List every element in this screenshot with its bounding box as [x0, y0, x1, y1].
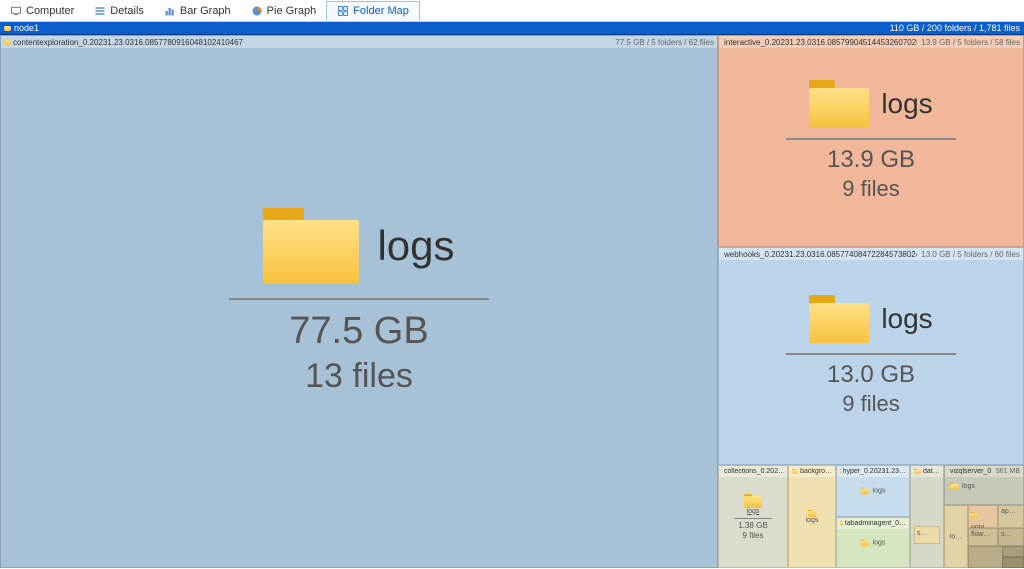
- cell-small-lo[interactable]: lo…: [944, 505, 968, 568]
- cell-tabadminagent[interactable]: tabadminagent_0… logs: [836, 517, 910, 568]
- cell-size: 77.5 GB: [289, 310, 428, 353]
- cell-size: 13.9 GB: [827, 146, 915, 174]
- folder-icon: [861, 488, 870, 495]
- bar-chart-icon: [164, 5, 176, 17]
- folder-icon: [861, 539, 870, 546]
- tab-computer-label: Computer: [26, 5, 74, 17]
- folder-icon: [840, 521, 843, 526]
- folder-icon: [263, 208, 359, 284]
- cell-file-count: 13 files: [305, 357, 413, 396]
- pie-chart-icon: [251, 5, 263, 17]
- cell-label: logs: [881, 303, 932, 335]
- tab-details[interactable]: Details: [84, 2, 154, 20]
- cell-backgrounder[interactable]: backgro… logs: [788, 465, 836, 568]
- cell-label: flow…: [969, 529, 997, 540]
- cell-size: 1.38 GB: [738, 521, 767, 530]
- cell-webhooks[interactable]: webhooks_0.20231.23.0316.085774084722845…: [718, 247, 1024, 465]
- folder-icon: [792, 469, 798, 474]
- tab-pie-graph-label: Pie Graph: [267, 5, 317, 17]
- cell-label: logs: [881, 88, 932, 120]
- folder-icon: [809, 80, 869, 128]
- cell-path: interactive_0.20231.23.0316.085799045144…: [724, 38, 917, 47]
- details-icon: [94, 5, 106, 17]
- cell-path: vizqlserver_0.2023…: [950, 468, 992, 475]
- tab-folder-map[interactable]: Folder Map: [326, 1, 420, 21]
- cell-hyper[interactable]: hyper_0.20231.23… logs: [836, 465, 910, 517]
- cell-path: hyper_0.20231.23…: [843, 468, 906, 475]
- cell-path: collections_0.202…: [724, 468, 784, 475]
- cell-label: logs: [873, 488, 886, 495]
- cell-vizqlserver[interactable]: vizqlserver_0.2023… 561 MB logs: [944, 465, 1024, 505]
- cell-file-count: 9 files: [743, 531, 764, 540]
- folder-icon: [4, 40, 11, 45]
- folder-icon: [4, 26, 11, 31]
- cell-dataserver-sub[interactable]: s…: [914, 526, 940, 544]
- folder-icon: [840, 469, 841, 474]
- cell-dataserver[interactable]: dat… s…: [910, 465, 944, 568]
- cell-path: dat…: [923, 468, 940, 475]
- cell-contentexploration[interactable]: contentexploration_0.20231.23.0316.08577…: [0, 35, 718, 568]
- root-folder-name: node1: [14, 23, 39, 33]
- cell-stats: 13.9 GB / 5 folders / 58 files: [921, 38, 1020, 47]
- folder-icon: [809, 295, 869, 343]
- tab-folder-map-label: Folder Map: [353, 5, 409, 17]
- cell-label: logs: [873, 539, 886, 546]
- folder-icon: [950, 483, 959, 490]
- treemap: contentexploration_0.20231.23.0316.08577…: [0, 35, 1024, 568]
- cell-file-count: 9 files: [842, 391, 899, 417]
- root-folder-bar[interactable]: node1 110 GB / 200 folders / 1,781 files: [0, 22, 1024, 35]
- cell-path: webhooks_0.20231.23.0316.085774084722845…: [724, 250, 917, 259]
- cell-path: backgro…: [800, 468, 832, 475]
- root-folder-stats: 110 GB / 200 folders / 1,781 files: [890, 23, 1020, 33]
- cell-label: logs: [962, 483, 975, 490]
- grid-icon: [337, 5, 349, 17]
- cell-small-s[interactable]: s…: [998, 528, 1024, 546]
- cell-label: s…: [999, 529, 1023, 540]
- tab-details-label: Details: [110, 5, 144, 17]
- cell-small-ap[interactable]: ap…: [998, 505, 1024, 528]
- cell-label: logs: [806, 517, 819, 524]
- cell-size: 13.0 GB: [827, 361, 915, 389]
- cell-collections[interactable]: collections_0.202… logs 1.38 GB 9 files: [718, 465, 788, 568]
- folder-icon: [808, 510, 817, 517]
- cell-stats: 13.0 GB / 5 folders / 60 files: [921, 250, 1020, 259]
- cell-label: ap…: [999, 506, 1023, 517]
- tab-bar-graph-label: Bar Graph: [180, 5, 231, 17]
- folder-icon: [914, 469, 921, 474]
- cell-stats: 77.5 GB / 5 folders / 62 files: [615, 38, 714, 47]
- cell-small-flow[interactable]: flow…: [968, 528, 998, 546]
- cell-label: logs: [377, 222, 454, 270]
- cell-path: tabadminagent_0…: [845, 520, 906, 527]
- cell-size: 561 MB: [996, 468, 1020, 475]
- folder-icon: [744, 494, 762, 508]
- cell-label: s…: [915, 527, 939, 540]
- view-tabs: Computer Details Bar Graph Pie Graph Fol…: [0, 0, 1024, 22]
- tab-pie-graph[interactable]: Pie Graph: [241, 2, 327, 20]
- tab-bar-graph[interactable]: Bar Graph: [154, 2, 241, 20]
- tab-computer[interactable]: Computer: [0, 2, 84, 20]
- cell-label: logs: [747, 508, 760, 515]
- cell-small-noninteractive[interactable]: noni…: [968, 505, 998, 528]
- cell-residual-2[interactable]: [1002, 546, 1024, 557]
- cell-interactive[interactable]: interactive_0.20231.23.0316.085799045144…: [718, 35, 1024, 247]
- cell-residual-3[interactable]: [1002, 557, 1024, 568]
- cell-label: lo…: [950, 533, 962, 540]
- cell-file-count: 9 files: [842, 176, 899, 202]
- cell-path: contentexploration_0.20231.23.0316.08577…: [13, 38, 243, 47]
- monitor-icon: [10, 5, 22, 17]
- folder-icon: [971, 512, 978, 517]
